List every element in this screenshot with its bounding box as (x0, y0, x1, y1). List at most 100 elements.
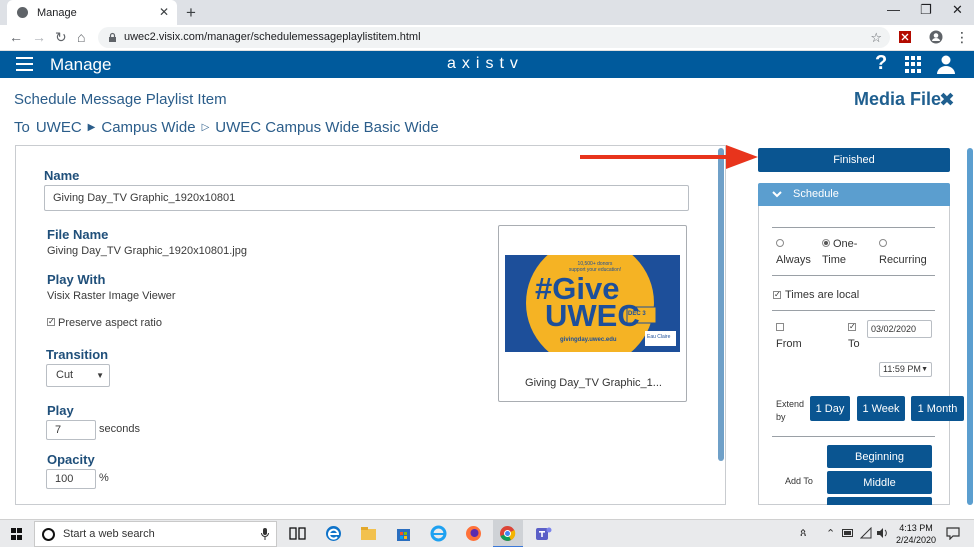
volume-icon[interactable] (876, 527, 888, 539)
window-close-button[interactable]: ✕ (952, 2, 963, 18)
app-title: Manage (50, 55, 112, 74)
tab-close-icon[interactable]: ✕ (159, 5, 169, 19)
extend-1-day-button[interactable]: 1 Day (810, 396, 850, 421)
media-preview-card[interactable]: 10,500+ donors support your education! #… (498, 225, 687, 402)
windows-start-icon[interactable] (11, 528, 23, 540)
browser-tab-manage[interactable]: Manage ✕ (7, 0, 177, 25)
breadcrumb-to: To (14, 119, 30, 136)
play-label: Play (47, 403, 74, 418)
new-tab-button[interactable]: + (186, 3, 196, 23)
chevron-down-icon (772, 183, 782, 207)
add-to-label: Add To (785, 476, 813, 486)
browser-menu-icon[interactable]: ⋮ (955, 29, 969, 46)
profile-icon[interactable] (929, 30, 943, 44)
brand-logo: axistv (447, 55, 524, 72)
apps-grid-icon[interactable] (905, 56, 922, 73)
notifications-icon[interactable] (946, 527, 960, 540)
extend-1-week-button[interactable]: 1 Week (857, 396, 905, 421)
name-label: Name (44, 168, 80, 183)
task-view-icon[interactable] (289, 525, 306, 542)
window-minimize-button[interactable]: — (887, 2, 900, 17)
chrome-taskbar-active[interactable] (493, 520, 523, 547)
play-with-value: Visix Raster Image Viewer (47, 290, 176, 302)
recurrence-always-radio[interactable] (776, 239, 784, 247)
transition-value: Cut (56, 369, 74, 381)
back-arrow-icon[interactable]: ← (9, 29, 23, 45)
form-scrollbar[interactable] (718, 148, 724, 461)
transition-select[interactable]: Cut ▼ (46, 364, 110, 387)
file-explorer-icon[interactable] (360, 525, 377, 542)
to-date-input[interactable]: 03/02/2020 (867, 320, 932, 338)
forward-arrow-icon[interactable]: → (32, 29, 46, 45)
file-name-value: Giving Day_TV Graphic_1920x10801.jpg (47, 245, 247, 257)
wifi-icon[interactable] (860, 527, 872, 539)
help-icon[interactable]: ? (875, 52, 887, 75)
media-preview-image: 10,500+ donors support your education! #… (505, 255, 680, 352)
media-file-title: Media File (854, 89, 942, 109)
tray-chevron-up-icon[interactable]: ⌃ (826, 527, 835, 540)
from-label: From (776, 338, 802, 350)
taskbar-time: 4:13 PM (899, 523, 933, 533)
user-icon[interactable] (937, 55, 955, 74)
browser-tab-title: Manage (37, 6, 77, 19)
app-header: Manage axistv ? (0, 51, 974, 78)
taskbar-clock[interactable]: 4:13 PM 2/24/2020 (893, 522, 939, 546)
breadcrumb-arrow-icon: ▶ (87, 122, 96, 133)
media-preview-caption: Giving Day_TV Graphic_1... (525, 377, 662, 389)
breadcrumb-arrow-outline-icon: ▷ (201, 122, 210, 133)
add-to-middle-button[interactable]: Middle (827, 471, 932, 494)
teams-icon[interactable] (535, 525, 552, 542)
preserve-aspect-label: Preserve aspect ratio (58, 317, 162, 329)
browser-tabstrip: Manage ✕ + — ❐ ✕ (0, 0, 974, 25)
to-time-select[interactable]: 11:59 PM ▼ (879, 362, 932, 377)
bookmark-star-icon[interactable]: ☆ (870, 27, 882, 48)
chevron-down-icon: ▼ (921, 366, 928, 373)
taskbar-search-box[interactable]: Start a web search (34, 521, 277, 547)
hamburger-menu-icon[interactable] (16, 57, 33, 71)
address-bar[interactable]: uwec2.visix.com/manager/schedulemessagep… (98, 27, 890, 48)
home-icon[interactable]: ⌂ (77, 29, 85, 45)
battery-icon[interactable] (842, 529, 854, 537)
window-restore-button[interactable]: ❐ (920, 2, 932, 18)
store-icon[interactable] (395, 525, 412, 542)
chrome-icon (500, 526, 516, 541)
breadcrumb-item-basic-wide[interactable]: UWEC Campus Wide Basic Wide (215, 119, 438, 136)
times-local-checkbox[interactable]: ✓ (773, 291, 781, 299)
from-checkbox[interactable] (776, 323, 784, 331)
finished-button[interactable]: Finished (758, 148, 950, 172)
graphic-date-badge: DEC 3 (628, 311, 646, 317)
divider (772, 310, 935, 311)
edge-icon[interactable] (325, 525, 342, 542)
microphone-icon[interactable] (261, 522, 269, 547)
recurrence-always-label: Always (776, 254, 811, 266)
name-input[interactable]: Giving Day_TV Graphic_1920x10801 (44, 185, 689, 211)
people-icon[interactable]: ጰ (800, 527, 807, 540)
graphic-word: UWEC (545, 298, 640, 333)
to-checkbox[interactable]: ✓ (848, 323, 856, 331)
breadcrumb-item-uwec[interactable]: UWEC (36, 119, 82, 136)
address-url: uwec2.visix.com/manager/schedulemessagep… (124, 31, 421, 43)
play-seconds-input[interactable]: 7 (46, 420, 96, 440)
firefox-icon[interactable] (465, 525, 482, 542)
globe-icon (17, 7, 28, 18)
windows-taskbar: Start a web search ጰ ⌃ 4:13 PM 2/24/2020 (0, 519, 974, 547)
internet-explorer-icon[interactable] (430, 525, 447, 542)
extend-1-month-button[interactable]: 1 Month (911, 396, 964, 421)
taskbar-search-placeholder: Start a web search (63, 528, 155, 540)
add-to-beginning-button[interactable]: Beginning (827, 445, 932, 468)
breadcrumb-item-campus-wide[interactable]: Campus Wide (101, 119, 195, 136)
add-to-end-button-partial[interactable] (827, 497, 932, 505)
reload-icon[interactable]: ↻ (55, 29, 67, 46)
opacity-label: Opacity (47, 452, 95, 467)
pdf-extension-icon[interactable] (898, 30, 912, 44)
extend-label-2: by (776, 412, 786, 422)
chevron-down-icon: ▼ (96, 371, 104, 380)
opacity-input[interactable]: 100 (46, 469, 96, 489)
schedule-section-header[interactable]: Schedule (758, 183, 950, 206)
preserve-aspect-checkbox[interactable]: ✓ (47, 318, 55, 326)
recurrence-recurring-radio[interactable] (879, 239, 887, 247)
schedule-header-label: Schedule (793, 188, 839, 200)
sidebar-scrollbar[interactable] (967, 148, 973, 505)
recurrence-one-time-radio[interactable] (822, 239, 830, 247)
close-icon[interactable]: ✖ (939, 89, 955, 112)
